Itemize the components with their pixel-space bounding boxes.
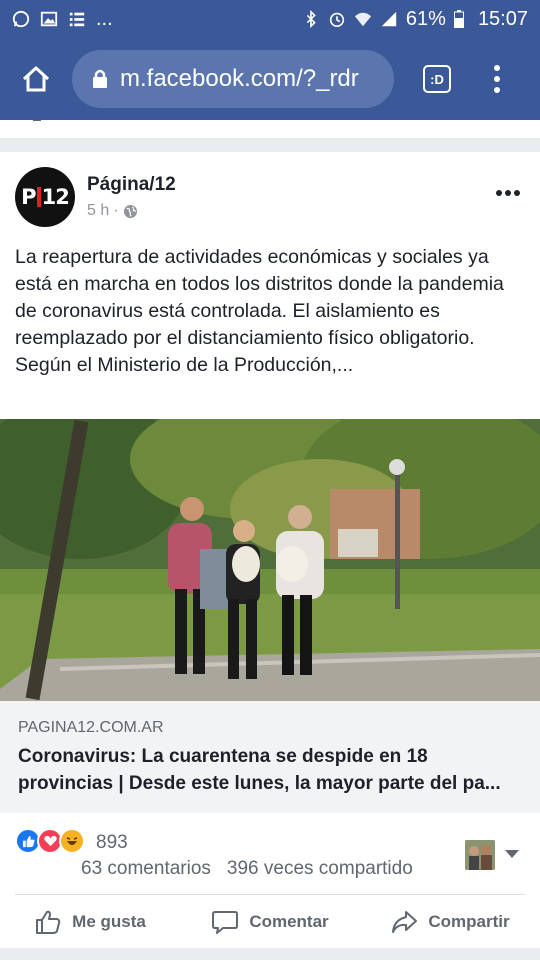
- reactions-bar[interactable]: 893 63 comentarios 396 veces compartido: [15, 828, 525, 888]
- like-label: Me gusta: [72, 911, 146, 931]
- like-icon: [33, 120, 41, 121]
- lock-icon: [93, 69, 107, 88]
- comment-count[interactable]: 63 comentarios: [81, 858, 211, 880]
- comment-icon: [212, 910, 239, 934]
- like-button[interactable]: Me gusta: [0, 895, 180, 948]
- avatar-number: 12: [41, 185, 70, 209]
- post-header: P 12 Página/12 5 h ·: [15, 167, 176, 227]
- post-text: La reapertura de actividades económicas …: [15, 246, 504, 376]
- clock: 15:07: [477, 7, 528, 30]
- whatsapp-icon: [12, 10, 30, 28]
- park-photo: [0, 419, 540, 701]
- share-label: Compartir: [428, 911, 510, 931]
- page-avatar[interactable]: P 12: [15, 167, 75, 227]
- options-dot: [514, 190, 520, 196]
- globe-icon: [123, 204, 137, 218]
- viewer-avatar[interactable]: [465, 840, 495, 870]
- haha-reaction-icon: [59, 828, 85, 854]
- comment-icon: [212, 120, 238, 128]
- tab-count: :D: [423, 65, 451, 93]
- post-time[interactable]: 5 h: [87, 202, 109, 220]
- battery-icon: [453, 10, 464, 28]
- post-card: P 12 Página/12 5 h · La reapertura de act…: [0, 152, 540, 948]
- list-icon: [69, 12, 85, 27]
- reaction-icons: [15, 828, 85, 854]
- share-count[interactable]: 396 veces compartido: [227, 858, 413, 880]
- menu-dot: [494, 65, 500, 71]
- post-options-button[interactable]: [496, 190, 520, 196]
- options-dot: [505, 190, 511, 196]
- thumbs-up-icon: [36, 910, 61, 934]
- browser-toolbar: m.facebook.com/?_rdr :D: [0, 38, 540, 120]
- meta-separator: ·: [113, 202, 119, 219]
- home-icon: [22, 66, 50, 92]
- avatar-bar: [36, 187, 41, 207]
- menu-dot: [494, 87, 500, 93]
- link-title: Coronavirus: La cuarentena se despide en…: [18, 746, 501, 794]
- battery-percent: 61%: [405, 7, 446, 30]
- post-actions: Me gusta Comentar Compartir: [0, 895, 540, 948]
- url-field[interactable]: m.facebook.com/?_rdr: [72, 50, 394, 108]
- post-meta: 5 h ·: [87, 202, 176, 220]
- previous-post-actions: [0, 120, 540, 138]
- browser-menu-button[interactable]: [472, 65, 522, 93]
- avatar-letter: P: [21, 185, 36, 209]
- link-domain: PAGINA12.COM.AR: [18, 719, 164, 736]
- gallery-icon: [40, 11, 58, 27]
- engagement-counts: 63 comentarios 396 veces compartido: [81, 858, 413, 880]
- share-button[interactable]: Compartir: [360, 895, 540, 948]
- menu-dot: [494, 76, 500, 82]
- comment-label: Comentar: [249, 911, 329, 931]
- page-name[interactable]: Página/12: [87, 174, 176, 196]
- link-preview-image[interactable]: [0, 419, 540, 701]
- bluetooth-icon: [306, 10, 316, 28]
- wifi-icon: [354, 12, 372, 27]
- share-icon: [390, 120, 416, 128]
- options-dot: [496, 190, 502, 196]
- comment-button[interactable]: Comentar: [180, 895, 360, 948]
- home-button[interactable]: [0, 38, 72, 120]
- status-overflow: ...: [96, 7, 113, 30]
- reaction-count: 893: [96, 832, 128, 853]
- chevron-down-icon[interactable]: [505, 850, 519, 858]
- signal-icon: [381, 11, 397, 27]
- url-text: m.facebook.com/?_rdr: [120, 65, 359, 92]
- share-arrow-icon: [392, 910, 418, 933]
- tab-switcher-button[interactable]: :D: [402, 65, 472, 93]
- link-preview[interactable]: PAGINA12.COM.AR Coronavirus: La cuarente…: [0, 701, 540, 813]
- alarm-icon: [329, 12, 345, 28]
- status-bar: ... 61% 15:07: [0, 0, 540, 38]
